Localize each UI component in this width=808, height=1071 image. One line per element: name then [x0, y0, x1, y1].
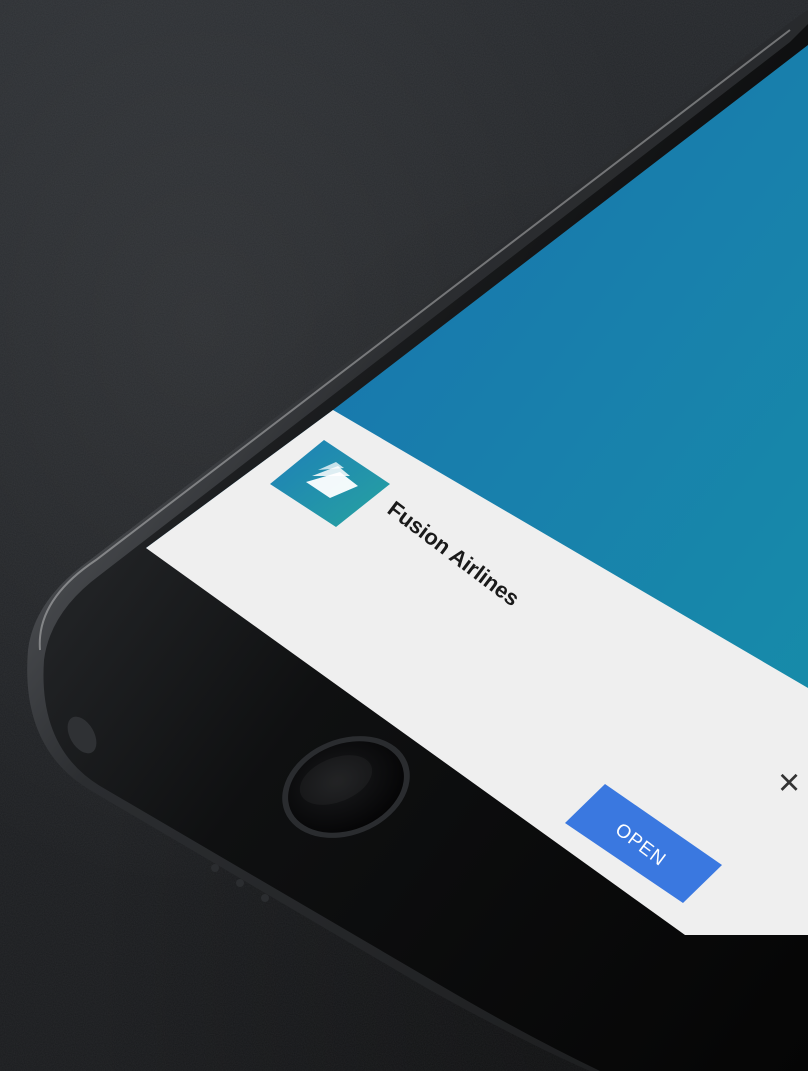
phone: Fusion Airlines × OPEN — [27, 10, 808, 1071]
speaker-hole — [261, 894, 269, 902]
speaker-hole — [236, 879, 244, 887]
speaker-hole — [211, 864, 219, 872]
photo-scene: Fusion Airlines × OPEN — [0, 0, 808, 1071]
close-icon[interactable]: × — [778, 762, 800, 804]
